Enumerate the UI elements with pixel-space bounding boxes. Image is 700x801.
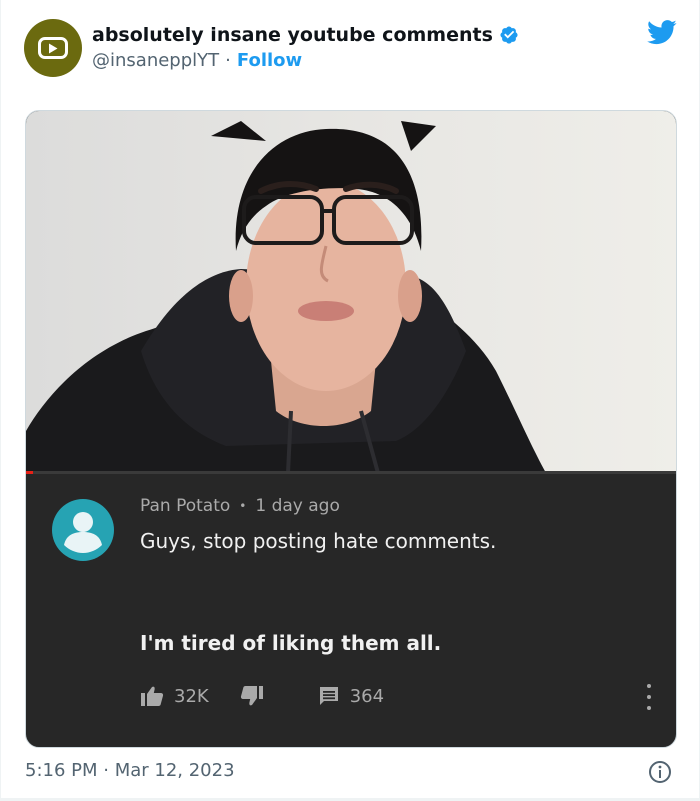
handle-row: @insanepplYT · Follow — [92, 50, 302, 71]
like-button[interactable]: 32K — [140, 685, 209, 707]
handle-separator: · — [225, 50, 231, 71]
thumbs-up-icon — [140, 685, 164, 707]
comment-meta: Pan Potato • 1 day ago — [140, 496, 340, 516]
info-icon[interactable] — [648, 760, 672, 788]
follow-button[interactable]: Follow — [237, 50, 302, 71]
tweet-media[interactable]: Pan Potato • 1 day ago Guys, stop postin… — [25, 110, 677, 748]
dislike-button[interactable] — [240, 685, 264, 707]
tweet-card: absolutely insane youtube comments @insa… — [0, 0, 700, 801]
author-name[interactable]: absolutely insane youtube comments — [92, 24, 493, 46]
verified-badge-icon — [499, 25, 519, 45]
video-progress-bar[interactable] — [26, 471, 676, 474]
comment-age: 1 day ago — [255, 496, 340, 516]
comment-text-line-1: Guys, stop posting hate comments. — [140, 529, 497, 553]
author-name-row: absolutely insane youtube comments — [92, 22, 519, 48]
tweet-timestamp[interactable]: 5:16 PM · Mar 12, 2023 — [25, 760, 235, 781]
reply-count: 364 — [349, 685, 385, 707]
like-count: 32K — [174, 685, 209, 707]
comment-icon — [318, 685, 340, 707]
twitter-bird-icon[interactable] — [647, 20, 677, 49]
more-vertical-icon[interactable] — [644, 684, 654, 710]
reply-button[interactable]: 364 — [318, 685, 384, 707]
person-photo — [26, 121, 546, 473]
comment-actions: 32K 364 — [140, 681, 384, 711]
meta-separator: • — [239, 499, 247, 513]
video-thumbnail[interactable] — [26, 111, 676, 473]
comment-text-line-2: I'm tired of liking them all. — [140, 631, 442, 655]
video-progress-fill — [26, 471, 33, 474]
youtube-play-icon — [38, 37, 68, 59]
comment-author[interactable]: Pan Potato — [140, 496, 230, 516]
author-handle[interactable]: @insanepplYT — [92, 50, 219, 71]
thumbs-down-icon — [240, 685, 264, 707]
commenter-avatar[interactable] — [52, 499, 114, 561]
account-avatar[interactable] — [24, 19, 82, 77]
